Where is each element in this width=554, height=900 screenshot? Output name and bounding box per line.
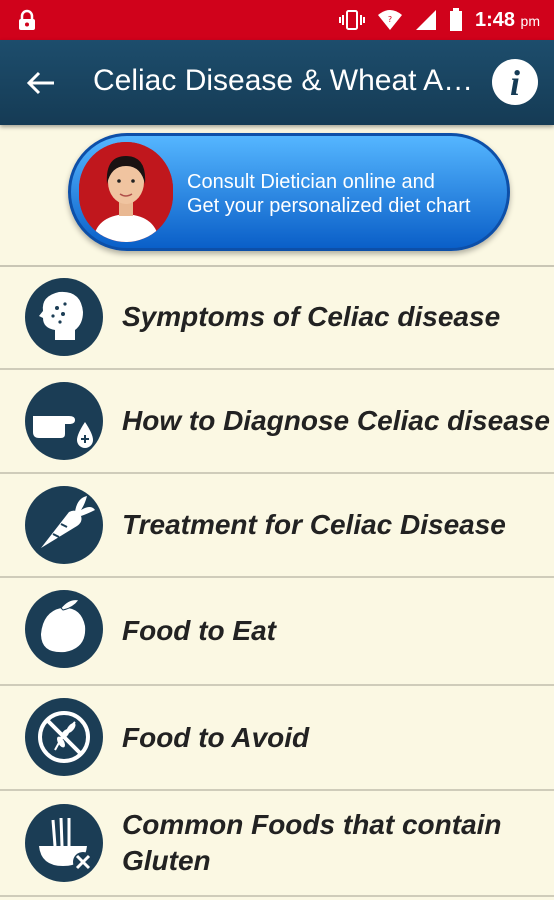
list-item-label: Symptoms of Celiac disease <box>122 301 501 332</box>
status-bar: ? 1:48 pm <box>0 0 554 40</box>
signal-icon <box>415 10 436 30</box>
wifi-icon: ? <box>377 10 402 30</box>
head-symptoms-icon <box>25 278 103 356</box>
list-item-treatment[interactable]: Treatment for Celiac Disease <box>0 474 554 578</box>
list-item-food-to-eat[interactable]: Food to Eat <box>0 578 554 686</box>
battery-icon <box>449 8 462 31</box>
list-item-food-to-avoid[interactable]: Food to Avoid <box>0 686 554 791</box>
lock-icon <box>19 9 35 30</box>
banner-text: Consult Dietician online and Get your pe… <box>187 171 471 217</box>
consult-dietician-button[interactable]: Consult Dietician online and Get your pe… <box>68 133 510 251</box>
list-item-label: Common Foods that contain Gluten <box>122 809 502 876</box>
back-arrow-icon[interactable] <box>24 66 58 100</box>
list-item-diagnose[interactable]: How to Diagnose Celiac disease <box>0 370 554 474</box>
app-bar: Celiac Disease & Wheat Allergy i <box>0 40 554 125</box>
banner-section: Consult Dietician online and Get your pe… <box>0 125 554 267</box>
carrot-icon <box>25 486 103 564</box>
info-icon[interactable]: i <box>492 59 538 105</box>
page-title: Celiac Disease & Wheat Allergy <box>93 64 478 97</box>
noodle-bowl-icon <box>25 804 103 882</box>
dietician-avatar <box>79 142 173 242</box>
mango-icon <box>25 590 103 668</box>
list-item-symptoms[interactable]: Symptoms of Celiac disease <box>0 267 554 370</box>
clock: 1:48 pm <box>474 8 540 31</box>
vibrate-icon <box>338 10 365 30</box>
list-item-label: Food to Avoid <box>122 722 310 753</box>
list-item-label: Food to Eat <box>122 615 276 646</box>
svg-text:?: ? <box>388 15 392 24</box>
no-wheat-icon <box>25 698 103 776</box>
list-item-label: How to Diagnose Celiac disease <box>122 405 550 436</box>
list-item-common-foods[interactable]: Common Foods that contain Gluten <box>0 791 554 897</box>
finger-blood-drop-icon <box>25 382 103 460</box>
list-item-label: Treatment for Celiac Disease <box>122 509 506 540</box>
